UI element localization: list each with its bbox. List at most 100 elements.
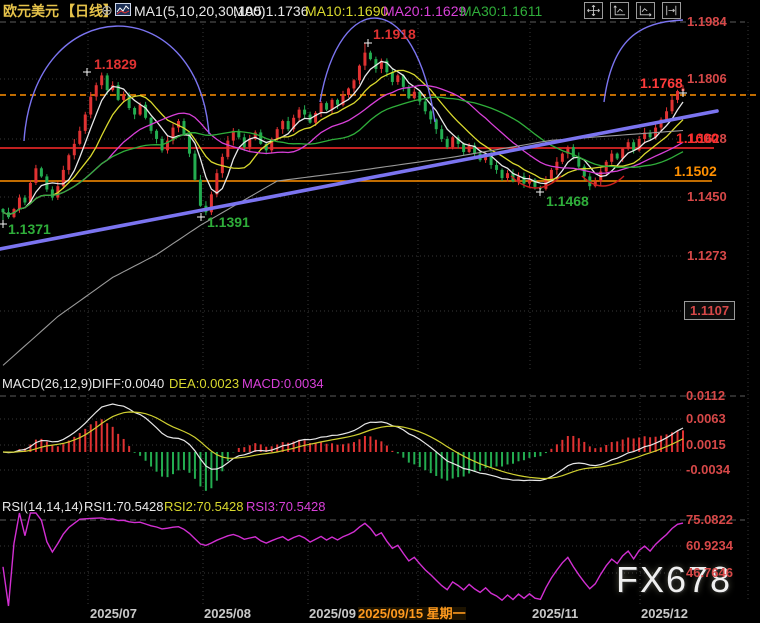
- chart-annotation: 1.1391: [207, 215, 250, 229]
- candle-body: [671, 100, 674, 111]
- rsi1-value: RSI1:70.5428: [84, 500, 164, 513]
- candle-body: [462, 144, 465, 152]
- candle-body: [84, 115, 87, 131]
- candle-body: [89, 97, 92, 115]
- candle-body: [276, 129, 279, 139]
- candle-body: [139, 105, 142, 115]
- price-axis-label-boxed: 1.1107: [684, 301, 735, 320]
- chart-annotation: 1.1600: [676, 131, 719, 145]
- candle-body: [336, 100, 339, 105]
- macd-axis-label: -0.0034: [686, 463, 730, 476]
- candle-body: [468, 145, 471, 152]
- candle-body: [358, 66, 361, 81]
- candle-body: [627, 142, 630, 149]
- candle-body: [347, 88, 350, 95]
- candle-body: [325, 103, 328, 110]
- candle-body: [352, 80, 355, 88]
- chart-annotation: 1.1502: [674, 164, 717, 178]
- candle-body: [320, 103, 323, 113]
- candle-body: [2, 209, 5, 212]
- ma100-line: [3, 131, 683, 366]
- x-axis-label: 2025/09: [309, 607, 356, 620]
- x-axis-crosshair-date: 2025/09/15 星期一: [358, 607, 466, 620]
- macd-axis-label: 0.0015: [686, 438, 726, 451]
- macd-title[interactable]: MACD(26,12,9): [2, 377, 92, 390]
- candle-body: [451, 137, 454, 147]
- price-axis-label: 1.1806: [687, 72, 727, 85]
- candle-body: [78, 131, 81, 144]
- ma30-value: MA30:1.1611: [460, 4, 542, 18]
- candle-body: [193, 154, 196, 180]
- pan-right-icon[interactable]: [662, 2, 681, 19]
- x-axis-scale-icon[interactable]: [636, 2, 655, 19]
- macd-dea-value: DEA:0.0023: [169, 377, 239, 390]
- candle-body: [40, 168, 43, 176]
- chart-annotation: 1.1768: [640, 76, 683, 90]
- rsi-axis-label: 60.9234: [686, 539, 733, 552]
- chart-toolbar: [584, 2, 681, 19]
- candle-body: [215, 173, 218, 194]
- chart-annotation: 1.1829: [94, 57, 137, 71]
- candle-body: [506, 173, 509, 178]
- trendline: [0, 111, 717, 249]
- candle-body: [67, 155, 70, 170]
- candle-body: [122, 95, 125, 100]
- chart-thumbnail-icon[interactable]: [115, 3, 131, 18]
- rsi-line: [3, 513, 683, 606]
- candle-body: [446, 139, 449, 147]
- macd-axis-label: 0.0112: [686, 389, 725, 402]
- candle-body: [18, 198, 21, 209]
- candle-body: [155, 131, 158, 139]
- blue-arc-annotation: [24, 26, 209, 141]
- candle-body: [303, 110, 306, 115]
- candle-body: [561, 154, 564, 162]
- candle-body: [226, 141, 229, 157]
- rsi3-value: RSI3:70.5428: [246, 500, 326, 513]
- macd-value: MACD:0.0034: [242, 377, 324, 390]
- ma5-value: MA5:1.1736: [233, 4, 309, 18]
- chart-annotation: 1.1468: [546, 194, 589, 208]
- x-axis-label: 2025/07: [90, 607, 137, 620]
- candle-body: [495, 165, 498, 170]
- macd-axis-label: 0.0063: [686, 412, 726, 425]
- candle-body: [51, 189, 54, 197]
- x-axis-label: 2025/08: [204, 607, 251, 620]
- rsi2-value: RSI2:70.5428: [164, 500, 244, 513]
- chart-window: 欧元美元 【日线】 ⊕ MA1(5,10,20,30,100) MA5:1.17…: [0, 0, 760, 623]
- price-axis-label: 1.1273: [687, 249, 727, 262]
- chart-canvas[interactable]: [0, 0, 760, 623]
- chart-annotation: 1.1371: [8, 222, 51, 236]
- rsi-axis-label: 46.7646: [686, 566, 733, 579]
- candle-body: [298, 110, 301, 118]
- candle-body: [199, 180, 202, 206]
- move-tool-icon[interactable]: [584, 2, 603, 19]
- candle-body: [73, 144, 76, 155]
- add-indicator-icon[interactable]: ⊕: [101, 3, 113, 17]
- rsi-axis-label: 75.0822: [686, 513, 733, 526]
- ma20-value: MA20:1.1629: [383, 4, 466, 18]
- candle-body: [95, 85, 98, 96]
- candle-body: [396, 75, 399, 82]
- candle-body: [429, 111, 432, 119]
- candle-body: [550, 170, 553, 179]
- macd-diff-value: DIFF:0.0040: [92, 377, 164, 390]
- rsi-title[interactable]: RSI(14,14,14): [2, 500, 83, 513]
- candle-body: [413, 92, 416, 99]
- candle-body: [133, 108, 136, 115]
- ma10-value: MA10:1.1690: [305, 4, 388, 18]
- price-axis-label: 1.1450: [687, 190, 727, 203]
- symbol-title: 欧元美元: [3, 4, 59, 18]
- candle-body: [287, 121, 290, 129]
- candle-body: [281, 121, 284, 129]
- candle-body: [23, 198, 26, 203]
- y-axis-scale-icon[interactable]: [610, 2, 629, 19]
- candle-body: [440, 129, 443, 139]
- candle-body: [407, 87, 410, 98]
- candle-body: [632, 142, 635, 150]
- candle-body: [363, 53, 366, 66]
- candle-body: [424, 101, 427, 111]
- candle-body: [555, 162, 558, 170]
- x-axis-label: 2025/12: [641, 607, 688, 620]
- candle-body: [528, 180, 531, 184]
- candle-body: [616, 154, 619, 159]
